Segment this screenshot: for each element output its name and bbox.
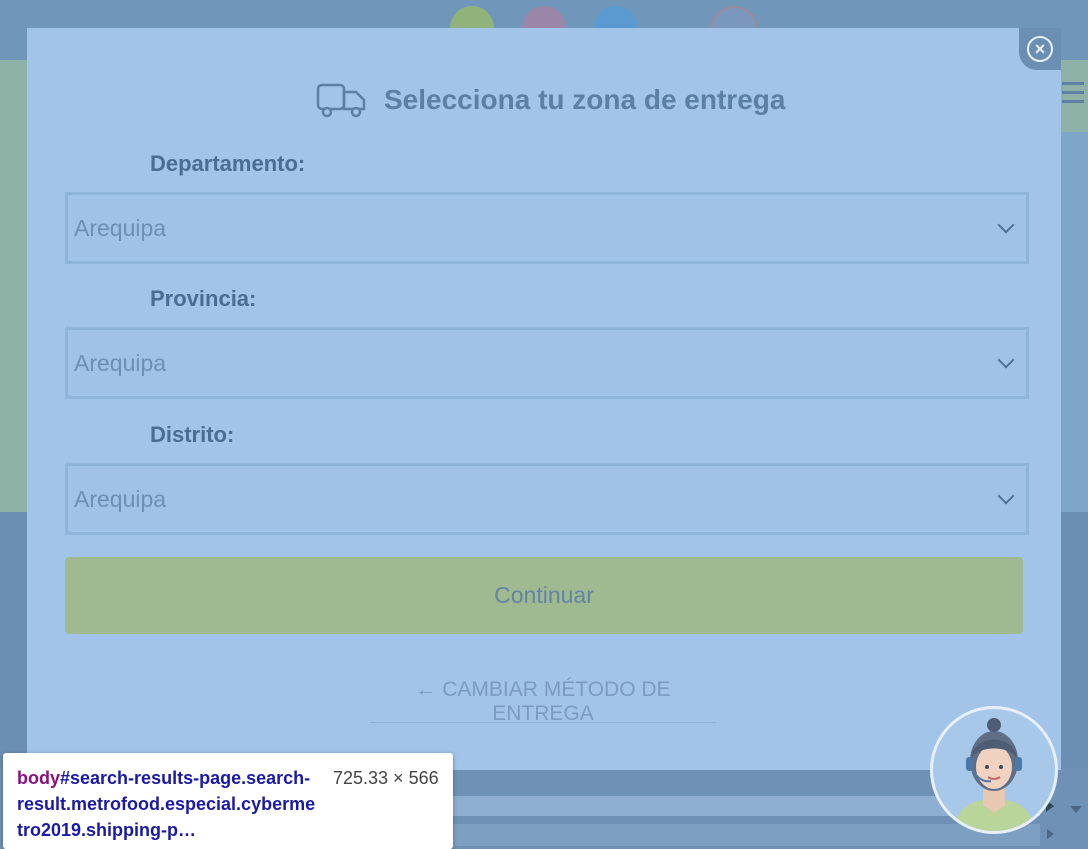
province-label: Provincia:: [150, 286, 257, 311]
province-value: Arequipa: [74, 349, 167, 376]
background-side-left: [0, 132, 28, 512]
department-select[interactable]: Arequipa: [65, 192, 1029, 264]
modal-title: Selecciona tu zona de entrega: [384, 84, 786, 115]
horizontal-scrollbar-secondary[interactable]: [440, 824, 1040, 846]
element-tag: body: [17, 768, 60, 788]
assistant-icon: [955, 718, 1033, 831]
modal-header: Selecciona tu zona de entrega: [316, 78, 785, 122]
department-value: Arequipa: [74, 214, 167, 241]
chevron-down-icon: [997, 351, 1015, 369]
delivery-zone-modal: [27, 28, 1061, 770]
scroll-right-arrow-icon-secondary[interactable]: [1047, 829, 1054, 839]
province-select[interactable]: Arequipa: [65, 327, 1029, 399]
truck-icon: [316, 83, 366, 118]
chevron-down-icon: [997, 487, 1015, 505]
district-value: Arequipa: [74, 485, 167, 512]
close-icon: ×: [1027, 36, 1053, 62]
district-label: Distrito:: [150, 422, 235, 447]
element-dimensions: 725.33 × 566: [333, 768, 439, 788]
devtools-element-tooltip: body#search-results-page.search-result.m…: [3, 753, 453, 849]
element-selector-text: #search-results-page.search-result.metro…: [17, 768, 316, 840]
change-delivery-method-link[interactable]: ← CAMBIAR MÉTODO DE ENTREGA: [370, 678, 716, 725]
close-button[interactable]: ×: [1019, 28, 1061, 70]
department-label: Departamento:: [150, 151, 306, 176]
background-side-right: [1060, 132, 1088, 512]
continue-button[interactable]: Continuar: [65, 557, 1023, 634]
district-select[interactable]: Arequipa: [65, 463, 1029, 535]
element-selector: body#search-results-page.search-result.m…: [17, 765, 317, 843]
scroll-down-arrow-icon[interactable]: [1070, 806, 1082, 813]
hamburger-menu-icon: [1062, 82, 1084, 85]
chat-assistant-avatar[interactable]: [930, 706, 1058, 834]
chevron-down-icon: [997, 216, 1015, 234]
